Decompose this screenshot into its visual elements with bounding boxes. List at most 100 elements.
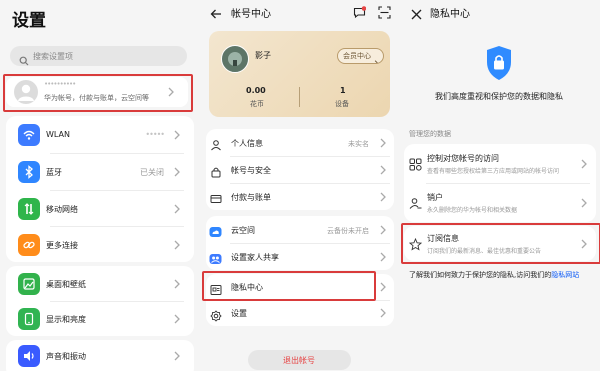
wallpaper-icon bbox=[18, 273, 40, 295]
family-icon bbox=[209, 250, 222, 269]
menu-item-value: 云备份未开启 bbox=[327, 227, 369, 235]
member-center-label: 会员中心 bbox=[343, 52, 371, 60]
chevron-right-icon bbox=[172, 279, 182, 289]
settings-item-sound[interactable]: 声音和振动 bbox=[6, 340, 194, 371]
stat-divider bbox=[299, 87, 300, 107]
settings-item-label: WLAN bbox=[46, 130, 71, 139]
chevron-right-icon bbox=[378, 308, 388, 318]
menu-item-settings[interactable]: 设置 bbox=[206, 300, 394, 326]
privacy-item-label: 控制对您帐号的访问 bbox=[427, 154, 499, 163]
settings-item-label: 显示和亮度 bbox=[46, 315, 86, 324]
privacy-item-desc: 查看有哪些您授权给第三方应用或网站的帐号访问 bbox=[427, 168, 560, 175]
settings-item-display[interactable]: 显示和亮度 bbox=[6, 301, 194, 336]
chevron-right-icon bbox=[172, 204, 182, 214]
menu-item-account-security[interactable]: 帐号与安全 bbox=[206, 156, 394, 183]
settings-item-wallpaper[interactable]: 桌面和壁纸 bbox=[6, 266, 194, 301]
page-title: 设置 bbox=[12, 11, 46, 31]
stat-value: 0.00 bbox=[246, 86, 266, 95]
menu-item-label: 个人信息 bbox=[231, 139, 263, 148]
menu-item-label: 云空间 bbox=[231, 226, 255, 235]
menu-item-label: 付款与账单 bbox=[231, 193, 271, 202]
cloud-menu-group: 云空间 云备份未开启 设置家人共享 bbox=[206, 216, 394, 270]
scan-icon[interactable] bbox=[378, 4, 391, 23]
settings-panel: 设置 搜索设置项 •••••••••• 华为帐号，付款与账单，云空间等 WLAN… bbox=[0, 0, 200, 371]
member-center-button[interactable]: 会员中心 bbox=[337, 48, 384, 64]
highlight-box bbox=[202, 271, 376, 301]
page-title: 帐号中心 bbox=[231, 9, 271, 20]
account-center-panel: 帐号中心 影子 会员中心 0.00 花币 1 设备 个人信息 未实名 帐号与安全… bbox=[200, 0, 399, 371]
menu-item-personal-info[interactable]: 个人信息 未实名 bbox=[206, 129, 394, 156]
settings-item-label: 桌面和壁纸 bbox=[46, 280, 86, 289]
user-name: 影子 bbox=[255, 51, 271, 60]
chevron-right-icon bbox=[378, 252, 388, 262]
user-remove-icon bbox=[409, 195, 422, 214]
chevron-right-icon bbox=[579, 198, 589, 208]
privacy-item-label: 销户 bbox=[427, 193, 443, 202]
person-icon bbox=[210, 136, 222, 155]
lock-icon bbox=[210, 163, 222, 182]
search-icon bbox=[19, 51, 29, 70]
data-management-group: 控制对您帐号的访问 查看有哪些您授权给第三方应用或网站的帐号访问 销户 永久删除… bbox=[404, 144, 596, 222]
privacy-center-panel: 隐私中心 我们高度重视和保护您的数据和隐私 管理您的数据 控制对您帐号的访问 查… bbox=[399, 0, 600, 371]
logout-button[interactable]: 退出帐号 bbox=[248, 350, 351, 370]
chevron-right-icon bbox=[172, 167, 182, 177]
search-bar[interactable]: 搜索设置项 bbox=[10, 46, 187, 66]
account-menu-group: 个人信息 未实名 帐号与安全 付款与账单 bbox=[206, 129, 394, 210]
footer-text: 了解我们如何致力于保护您的隐私,访问我们的 bbox=[409, 271, 552, 279]
sound-group: 声音和振动 bbox=[6, 340, 194, 371]
menu-item-cloud[interactable]: 云空间 云备份未开启 bbox=[206, 216, 394, 243]
settings-item-mobile-network[interactable]: 移动网络 bbox=[6, 190, 194, 228]
chevron-right-icon bbox=[579, 159, 589, 169]
section-label: 管理您的数据 bbox=[409, 130, 451, 138]
menu-item-label: 设置 bbox=[231, 309, 247, 318]
chevron-right-icon bbox=[378, 165, 388, 175]
privacy-item-access-control[interactable]: 控制对您帐号的访问 查看有哪些您授权给第三方应用或网站的帐号访问 bbox=[404, 144, 596, 183]
gear-icon bbox=[210, 307, 222, 326]
menu-item-label: 帐号与安全 bbox=[231, 166, 271, 175]
search-input[interactable]: 搜索设置项 bbox=[33, 51, 73, 62]
highlight-box bbox=[401, 223, 600, 264]
settings-item-label: 更多连接 bbox=[46, 241, 78, 250]
chevron-right-icon bbox=[172, 351, 182, 361]
link-icon bbox=[18, 234, 40, 256]
message-icon[interactable] bbox=[353, 4, 367, 23]
member-card: 影子 会员中心 0.00 花币 1 设备 bbox=[209, 31, 390, 117]
display-group: 桌面和壁纸 显示和亮度 bbox=[6, 266, 194, 336]
privacy-footer: 了解我们如何致力于保护您的隐私,访问我们的隐私网站 bbox=[409, 270, 579, 280]
menu-item-family[interactable]: 设置家人共享 bbox=[206, 243, 394, 270]
close-icon[interactable] bbox=[411, 5, 422, 24]
stat-label: 设备 bbox=[335, 100, 349, 108]
chevron-right-icon bbox=[172, 240, 182, 250]
settings-item-value: ••••• bbox=[145, 130, 165, 139]
settings-item-value: 已关闭 bbox=[140, 168, 164, 177]
settings-item-label: 蓝牙 bbox=[46, 168, 62, 177]
avatar[interactable] bbox=[221, 45, 249, 73]
shield-lock-icon bbox=[485, 45, 513, 85]
chevron-right-icon bbox=[378, 192, 388, 202]
app-screenshot: 设置 搜索设置项 •••••••••• 华为帐号，付款与账单，云空间等 WLAN… bbox=[0, 0, 600, 371]
chevron-right-icon bbox=[172, 130, 182, 140]
chevron-right-icon bbox=[378, 282, 388, 292]
privacy-headline: 我们高度重视和保护您的数据和隐私 bbox=[435, 92, 563, 101]
settings-item-wlan[interactable]: WLAN ••••• bbox=[6, 116, 194, 154]
sound-icon bbox=[18, 345, 40, 367]
mobile-network-icon bbox=[18, 198, 40, 220]
menu-item-value: 未实名 bbox=[348, 140, 369, 148]
privacy-item-delete-account[interactable]: 销户 永久删除您的华为帐号和相关数据 bbox=[404, 183, 596, 222]
card-icon bbox=[210, 190, 222, 209]
settings-item-label: 声音和振动 bbox=[46, 352, 86, 361]
chevron-right-icon bbox=[378, 138, 388, 148]
menu-item-payment[interactable]: 付款与账单 bbox=[206, 183, 394, 210]
control-icon bbox=[409, 156, 422, 175]
chevron-right-icon bbox=[378, 225, 388, 235]
back-arrow-icon[interactable] bbox=[210, 5, 222, 24]
logout-label: 退出帐号 bbox=[283, 356, 315, 365]
privacy-website-link[interactable]: 隐私网站 bbox=[551, 271, 579, 279]
cloud-icon bbox=[209, 223, 222, 242]
settings-item-more-connections[interactable]: 更多连接 bbox=[6, 226, 194, 264]
chevron-right-icon bbox=[373, 52, 380, 63]
privacy-item-desc: 永久删除您的华为帐号和相关数据 bbox=[427, 207, 518, 214]
settings-item-bluetooth[interactable]: 蓝牙 已关闭 bbox=[6, 153, 194, 191]
highlight-box bbox=[3, 74, 193, 112]
stat-value: 1 bbox=[340, 86, 346, 95]
